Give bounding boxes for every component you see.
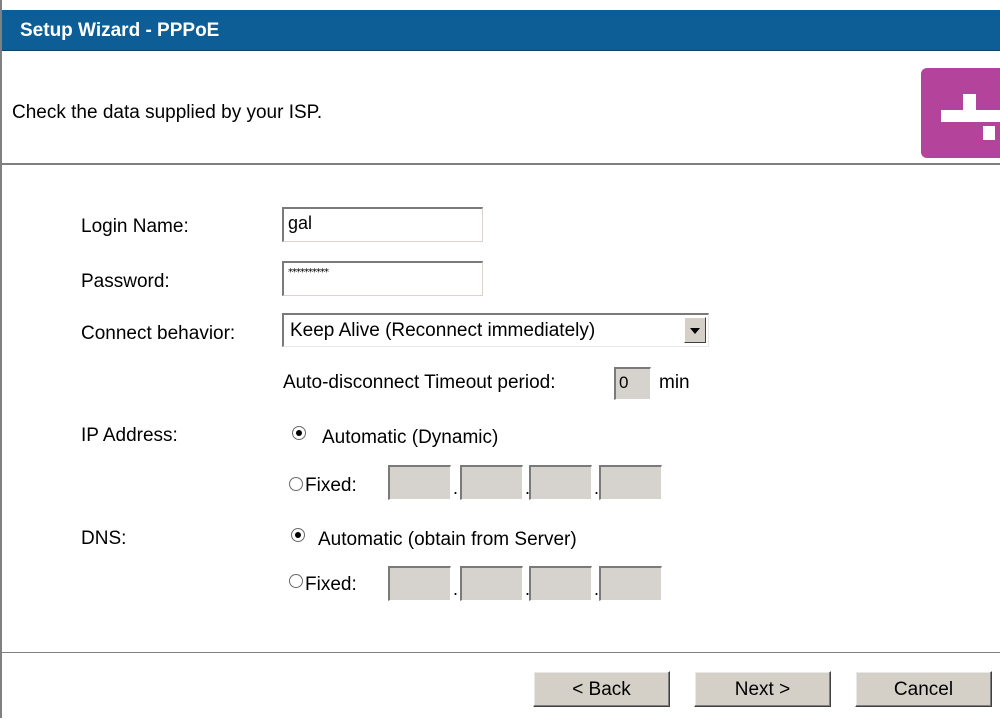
dns-label: DNS: (81, 528, 127, 549)
ip-automatic-label: Automatic (Dynamic) (322, 427, 499, 448)
ip-fixed-label: Fixed: (305, 475, 357, 496)
ip-octet-2[interactable] (460, 465, 523, 500)
dns-automatic-label: Automatic (obtain from Server) (318, 529, 577, 550)
wizard-footer: < Back Next > Cancel (2, 652, 1000, 719)
timeout-unit: min (659, 372, 690, 393)
ip-separator: . (453, 478, 459, 498)
dns-separator: . (453, 579, 459, 599)
back-button[interactable]: < Back (533, 671, 670, 707)
chevron-down-icon[interactable] (684, 317, 706, 343)
wizard-header: Check the data supplied by your ISP. (2, 51, 1000, 165)
connect-behavior-value: Keep Alive (Reconnect immediately) (290, 320, 596, 341)
title-bar: Setup Wizard - PPPoE (2, 10, 1000, 51)
dns-octet-1[interactable] (388, 566, 451, 601)
password-label: Password: (81, 271, 170, 292)
dns-octet-4[interactable] (599, 566, 662, 601)
ip-octet-1[interactable] (388, 465, 451, 500)
logo-icon (921, 68, 1000, 158)
connect-behavior-label: Connect behavior: (81, 323, 236, 344)
dns-octet-3[interactable] (529, 566, 592, 601)
dns-automatic-radio[interactable] (291, 528, 305, 542)
login-name-label: Login Name: (81, 216, 189, 237)
timeout-input[interactable]: 0 (614, 367, 651, 400)
password-input[interactable]: ********** (282, 261, 483, 296)
connect-behavior-select[interactable]: Keep Alive (Reconnect immediately) (282, 313, 709, 347)
window-title: Setup Wizard - PPPoE (20, 20, 220, 41)
ip-octet-4[interactable] (599, 465, 662, 500)
ip-automatic-radio[interactable] (292, 426, 306, 440)
dns-fixed-label: Fixed: (305, 574, 357, 595)
dns-fixed-radio[interactable] (289, 574, 303, 588)
ip-fixed-radio[interactable] (289, 477, 303, 491)
ip-octet-3[interactable] (529, 465, 592, 500)
dns-octet-2[interactable] (460, 566, 523, 601)
setup-wizard-window: Setup Wizard - PPPoE Check the data supp… (0, 0, 1000, 719)
timeout-label: Auto-disconnect Timeout period: (283, 372, 556, 393)
next-button[interactable]: Next > (694, 671, 831, 707)
ip-address-label: IP Address: (81, 425, 178, 446)
cancel-button[interactable]: Cancel (855, 671, 992, 707)
instruction-text: Check the data supplied by your ISP. (12, 102, 323, 123)
login-name-input[interactable]: gal (282, 207, 483, 242)
